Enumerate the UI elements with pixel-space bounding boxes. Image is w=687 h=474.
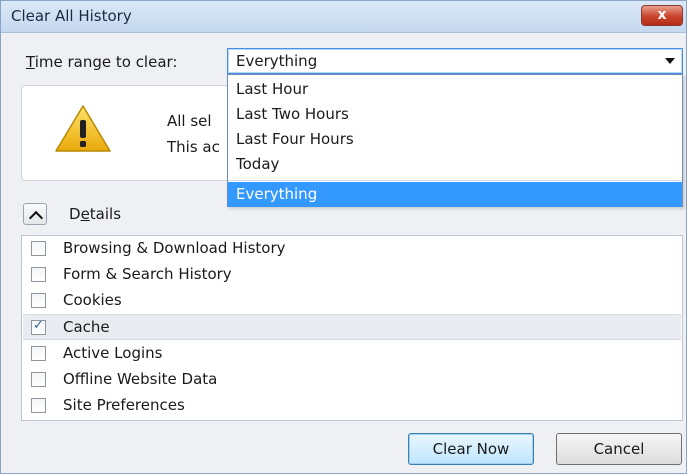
details-label: Details — [69, 205, 121, 223]
list-item-cookies[interactable]: Cookies — [23, 288, 681, 314]
details-toggle-button[interactable] — [23, 203, 47, 225]
time-range-label-accel: T — [26, 53, 35, 71]
cancel-button[interactable]: Cancel — [556, 433, 682, 465]
chevron-down-icon — [665, 58, 675, 64]
checkbox-checked[interactable] — [31, 318, 46, 335]
close-button[interactable]: x — [641, 5, 683, 26]
time-range-dropdown-list: Last Hour Last Two Hours Last Four Hours… — [227, 74, 683, 207]
checkbox[interactable] — [31, 398, 46, 413]
time-range-label: Time range to clear: — [26, 53, 177, 71]
list-item-offline-data[interactable]: Offline Website Data — [23, 367, 681, 393]
checkbox[interactable] — [31, 293, 46, 308]
details-label-rest: tails — [89, 205, 122, 223]
checkbox[interactable] — [31, 241, 46, 256]
clear-now-button[interactable]: Clear Now — [408, 433, 534, 465]
option-today[interactable]: Today — [228, 152, 682, 177]
warning-icon — [55, 105, 111, 152]
list-item-cache[interactable]: Cache — [23, 314, 681, 340]
item-label: Cache — [63, 318, 110, 336]
checkbox[interactable] — [31, 346, 46, 361]
list-item-site-preferences[interactable]: Site Preferences — [23, 393, 681, 419]
option-last-two-hours[interactable]: Last Two Hours — [228, 102, 682, 127]
item-label: Active Logins — [63, 344, 163, 362]
item-label: Form & Search History — [63, 265, 232, 283]
option-last-four-hours[interactable]: Last Four Hours — [228, 127, 682, 152]
item-label: Site Preferences — [63, 396, 185, 414]
time-range-label-text: ime range to clear: — [34, 53, 178, 71]
option-everything[interactable]: Everything — [228, 182, 682, 207]
checkbox[interactable] — [31, 372, 46, 387]
option-last-hour[interactable]: Last Hour — [228, 77, 682, 102]
list-item-active-logins[interactable]: Active Logins — [23, 341, 681, 367]
list-item-form-history[interactable]: Form & Search History — [23, 262, 681, 288]
details-label-accel: e — [80, 205, 90, 223]
window-title: Clear All History — [11, 7, 132, 25]
checkbox[interactable] — [31, 267, 46, 282]
warning-text-line2: This ac — [167, 138, 220, 156]
warning-text-line1: All sel — [167, 112, 212, 130]
dropdown-separator — [228, 180, 682, 181]
close-icon: x — [657, 7, 667, 23]
item-label: Browsing & Download History — [63, 239, 286, 257]
item-label: Offline Website Data — [63, 370, 218, 388]
details-label-start: D — [69, 205, 81, 223]
time-range-value: Everything — [236, 52, 318, 70]
time-range-select[interactable]: Everything — [227, 48, 683, 74]
history-items-list: Browsing & Download History Form & Searc… — [21, 235, 683, 421]
title-bar: Clear All History x — [1, 1, 686, 33]
item-label: Cookies — [63, 291, 122, 309]
list-item-browsing-history[interactable]: Browsing & Download History — [23, 236, 681, 262]
clear-history-dialog: Clear All History x Time range to clear:… — [0, 0, 687, 474]
